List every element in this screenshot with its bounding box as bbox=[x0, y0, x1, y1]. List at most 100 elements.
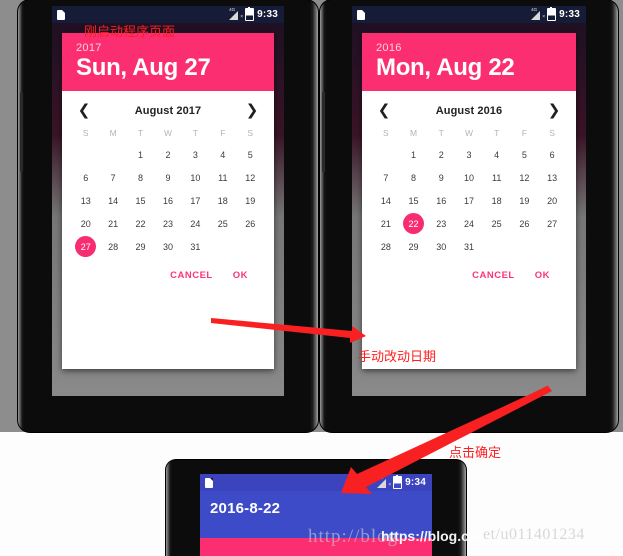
calendar-day-cell[interactable]: 31 bbox=[182, 235, 209, 258]
calendar-day-number[interactable]: 12 bbox=[240, 167, 261, 188]
calendar-day-cell[interactable]: 14 bbox=[99, 189, 126, 212]
calendar-day-cell[interactable]: 9 bbox=[427, 166, 455, 189]
calendar-day-cell[interactable]: 21 bbox=[99, 212, 126, 235]
calendar-day-cell[interactable]: 25 bbox=[209, 212, 236, 235]
calendar-day-cell[interactable]: 10 bbox=[455, 166, 483, 189]
calendar-day-cell[interactable]: 3 bbox=[455, 143, 483, 166]
calendar-day-number[interactable]: 8 bbox=[130, 167, 151, 188]
calendar-day-number[interactable]: 2 bbox=[431, 144, 452, 165]
power-button[interactable] bbox=[322, 92, 325, 172]
calendar-day-number[interactable]: 1 bbox=[130, 144, 151, 165]
calendar-day-number[interactable]: 11 bbox=[212, 167, 233, 188]
calendar-day-number[interactable]: 24 bbox=[185, 213, 206, 234]
calendar-day-cell[interactable]: 1 bbox=[400, 143, 428, 166]
calendar-day-number[interactable]: 6 bbox=[542, 144, 563, 165]
calendar-day-number[interactable]: 5 bbox=[514, 144, 535, 165]
calendar-day-cell[interactable]: 5 bbox=[237, 143, 264, 166]
calendar-day-number[interactable]: 14 bbox=[103, 190, 124, 211]
calendar-day-number[interactable]: 15 bbox=[403, 190, 424, 211]
calendar-day-number[interactable]: 6 bbox=[75, 167, 96, 188]
calendar-day-number[interactable]: 10 bbox=[458, 167, 479, 188]
calendar-day-selected[interactable]: 22 bbox=[403, 213, 425, 235]
cancel-button[interactable]: CANCEL bbox=[472, 270, 515, 281]
calendar-day-cell[interactable]: 2 bbox=[154, 143, 181, 166]
calendar-day-number[interactable]: 9 bbox=[431, 167, 452, 188]
calendar-day-cell[interactable]: 9 bbox=[154, 166, 181, 189]
calendar-day-number[interactable]: 18 bbox=[212, 190, 233, 211]
calendar-day-cell[interactable]: 28 bbox=[372, 235, 400, 258]
calendar-day-number[interactable]: 31 bbox=[458, 236, 479, 257]
calendar-day-number[interactable]: 3 bbox=[458, 144, 479, 165]
calendar-day-cell[interactable]: 21 bbox=[372, 212, 400, 235]
calendar-day-cell[interactable]: 22 bbox=[400, 212, 428, 235]
calendar-day-cell[interactable]: 26 bbox=[237, 212, 264, 235]
calendar-day-number[interactable]: 22 bbox=[130, 213, 151, 234]
dialog-selected-date[interactable]: Mon, Aug 22 bbox=[376, 55, 562, 81]
calendar-day-cell[interactable]: 1 bbox=[127, 143, 154, 166]
calendar-day-number[interactable]: 7 bbox=[375, 167, 396, 188]
calendar-day-number[interactable]: 16 bbox=[157, 190, 178, 211]
calendar-day-number[interactable]: 23 bbox=[431, 213, 452, 234]
power-button[interactable] bbox=[20, 92, 23, 172]
calendar-day-cell[interactable]: 14 bbox=[372, 189, 400, 212]
calendar-day-cell[interactable]: 16 bbox=[154, 189, 181, 212]
calendar-day-number[interactable]: 20 bbox=[75, 213, 96, 234]
calendar-day-cell[interactable]: 26 bbox=[511, 212, 539, 235]
calendar-day-cell[interactable]: 18 bbox=[209, 189, 236, 212]
calendar-day-cell[interactable]: 7 bbox=[99, 166, 126, 189]
calendar-day-number[interactable]: 27 bbox=[542, 213, 563, 234]
calendar-day-number[interactable]: 12 bbox=[514, 167, 535, 188]
calendar-day-cell[interactable]: 27 bbox=[538, 212, 566, 235]
calendar-day-number[interactable]: 23 bbox=[157, 213, 178, 234]
calendar-day-cell[interactable]: 10 bbox=[182, 166, 209, 189]
calendar-day-number[interactable]: 4 bbox=[486, 144, 507, 165]
calendar-day-cell[interactable]: 5 bbox=[511, 143, 539, 166]
calendar-day-cell[interactable]: 2 bbox=[427, 143, 455, 166]
calendar-day-number[interactable]: 30 bbox=[431, 236, 452, 257]
calendar-day-number[interactable]: 7 bbox=[103, 167, 124, 188]
calendar-day-cell[interactable]: 8 bbox=[127, 166, 154, 189]
ok-button[interactable]: OK bbox=[535, 270, 550, 281]
calendar-day-cell[interactable]: 22 bbox=[127, 212, 154, 235]
calendar-day-cell[interactable]: 16 bbox=[427, 189, 455, 212]
calendar-day-cell[interactable]: 27 bbox=[72, 235, 99, 258]
calendar-day-cell[interactable]: 19 bbox=[511, 189, 539, 212]
calendar-day-cell[interactable]: 15 bbox=[400, 189, 428, 212]
calendar-day-number[interactable]: 20 bbox=[542, 190, 563, 211]
calendar-day-cell[interactable]: 24 bbox=[455, 212, 483, 235]
calendar-day-cell[interactable]: 24 bbox=[182, 212, 209, 235]
calendar-day-cell[interactable]: 17 bbox=[455, 189, 483, 212]
chevron-left-icon[interactable]: ❮ bbox=[376, 103, 392, 118]
calendar-day-number[interactable]: 5 bbox=[240, 144, 261, 165]
calendar-day-cell[interactable]: 29 bbox=[400, 235, 428, 258]
ok-button[interactable]: OK bbox=[233, 270, 248, 281]
calendar-day-cell[interactable]: 3 bbox=[182, 143, 209, 166]
calendar-day-number[interactable]: 25 bbox=[212, 213, 233, 234]
calendar-day-number[interactable]: 17 bbox=[185, 190, 206, 211]
calendar-day-cell[interactable]: 20 bbox=[72, 212, 99, 235]
calendar-day-cell[interactable]: 31 bbox=[455, 235, 483, 258]
calendar-day-cell[interactable]: 13 bbox=[72, 189, 99, 212]
calendar-day-number[interactable]: 13 bbox=[75, 190, 96, 211]
calendar-day-cell[interactable]: 17 bbox=[182, 189, 209, 212]
calendar-day-number[interactable]: 19 bbox=[240, 190, 261, 211]
calendar-day-number[interactable]: 26 bbox=[514, 213, 535, 234]
calendar-day-number[interactable]: 30 bbox=[157, 236, 178, 257]
calendar-day-cell[interactable]: 4 bbox=[209, 143, 236, 166]
calendar-day-cell[interactable]: 29 bbox=[127, 235, 154, 258]
chevron-left-icon[interactable]: ❮ bbox=[76, 103, 92, 118]
calendar-day-number[interactable]: 19 bbox=[514, 190, 535, 211]
calendar-day-number[interactable]: 1 bbox=[403, 144, 424, 165]
calendar-day-cell[interactable]: 7 bbox=[372, 166, 400, 189]
calendar-day-number[interactable]: 24 bbox=[458, 213, 479, 234]
calendar-day-number[interactable]: 11 bbox=[486, 167, 507, 188]
calendar-day-cell[interactable]: 30 bbox=[154, 235, 181, 258]
dialog-year[interactable]: 2016 bbox=[376, 42, 562, 54]
calendar-day-number[interactable]: 31 bbox=[185, 236, 206, 257]
calendar-day-cell[interactable]: 11 bbox=[483, 166, 511, 189]
calendar-day-number[interactable]: 9 bbox=[157, 167, 178, 188]
calendar-day-cell[interactable]: 19 bbox=[237, 189, 264, 212]
calendar-day-number[interactable]: 8 bbox=[403, 167, 424, 188]
calendar-day-number[interactable]: 26 bbox=[240, 213, 261, 234]
calendar-day-number[interactable]: 3 bbox=[185, 144, 206, 165]
